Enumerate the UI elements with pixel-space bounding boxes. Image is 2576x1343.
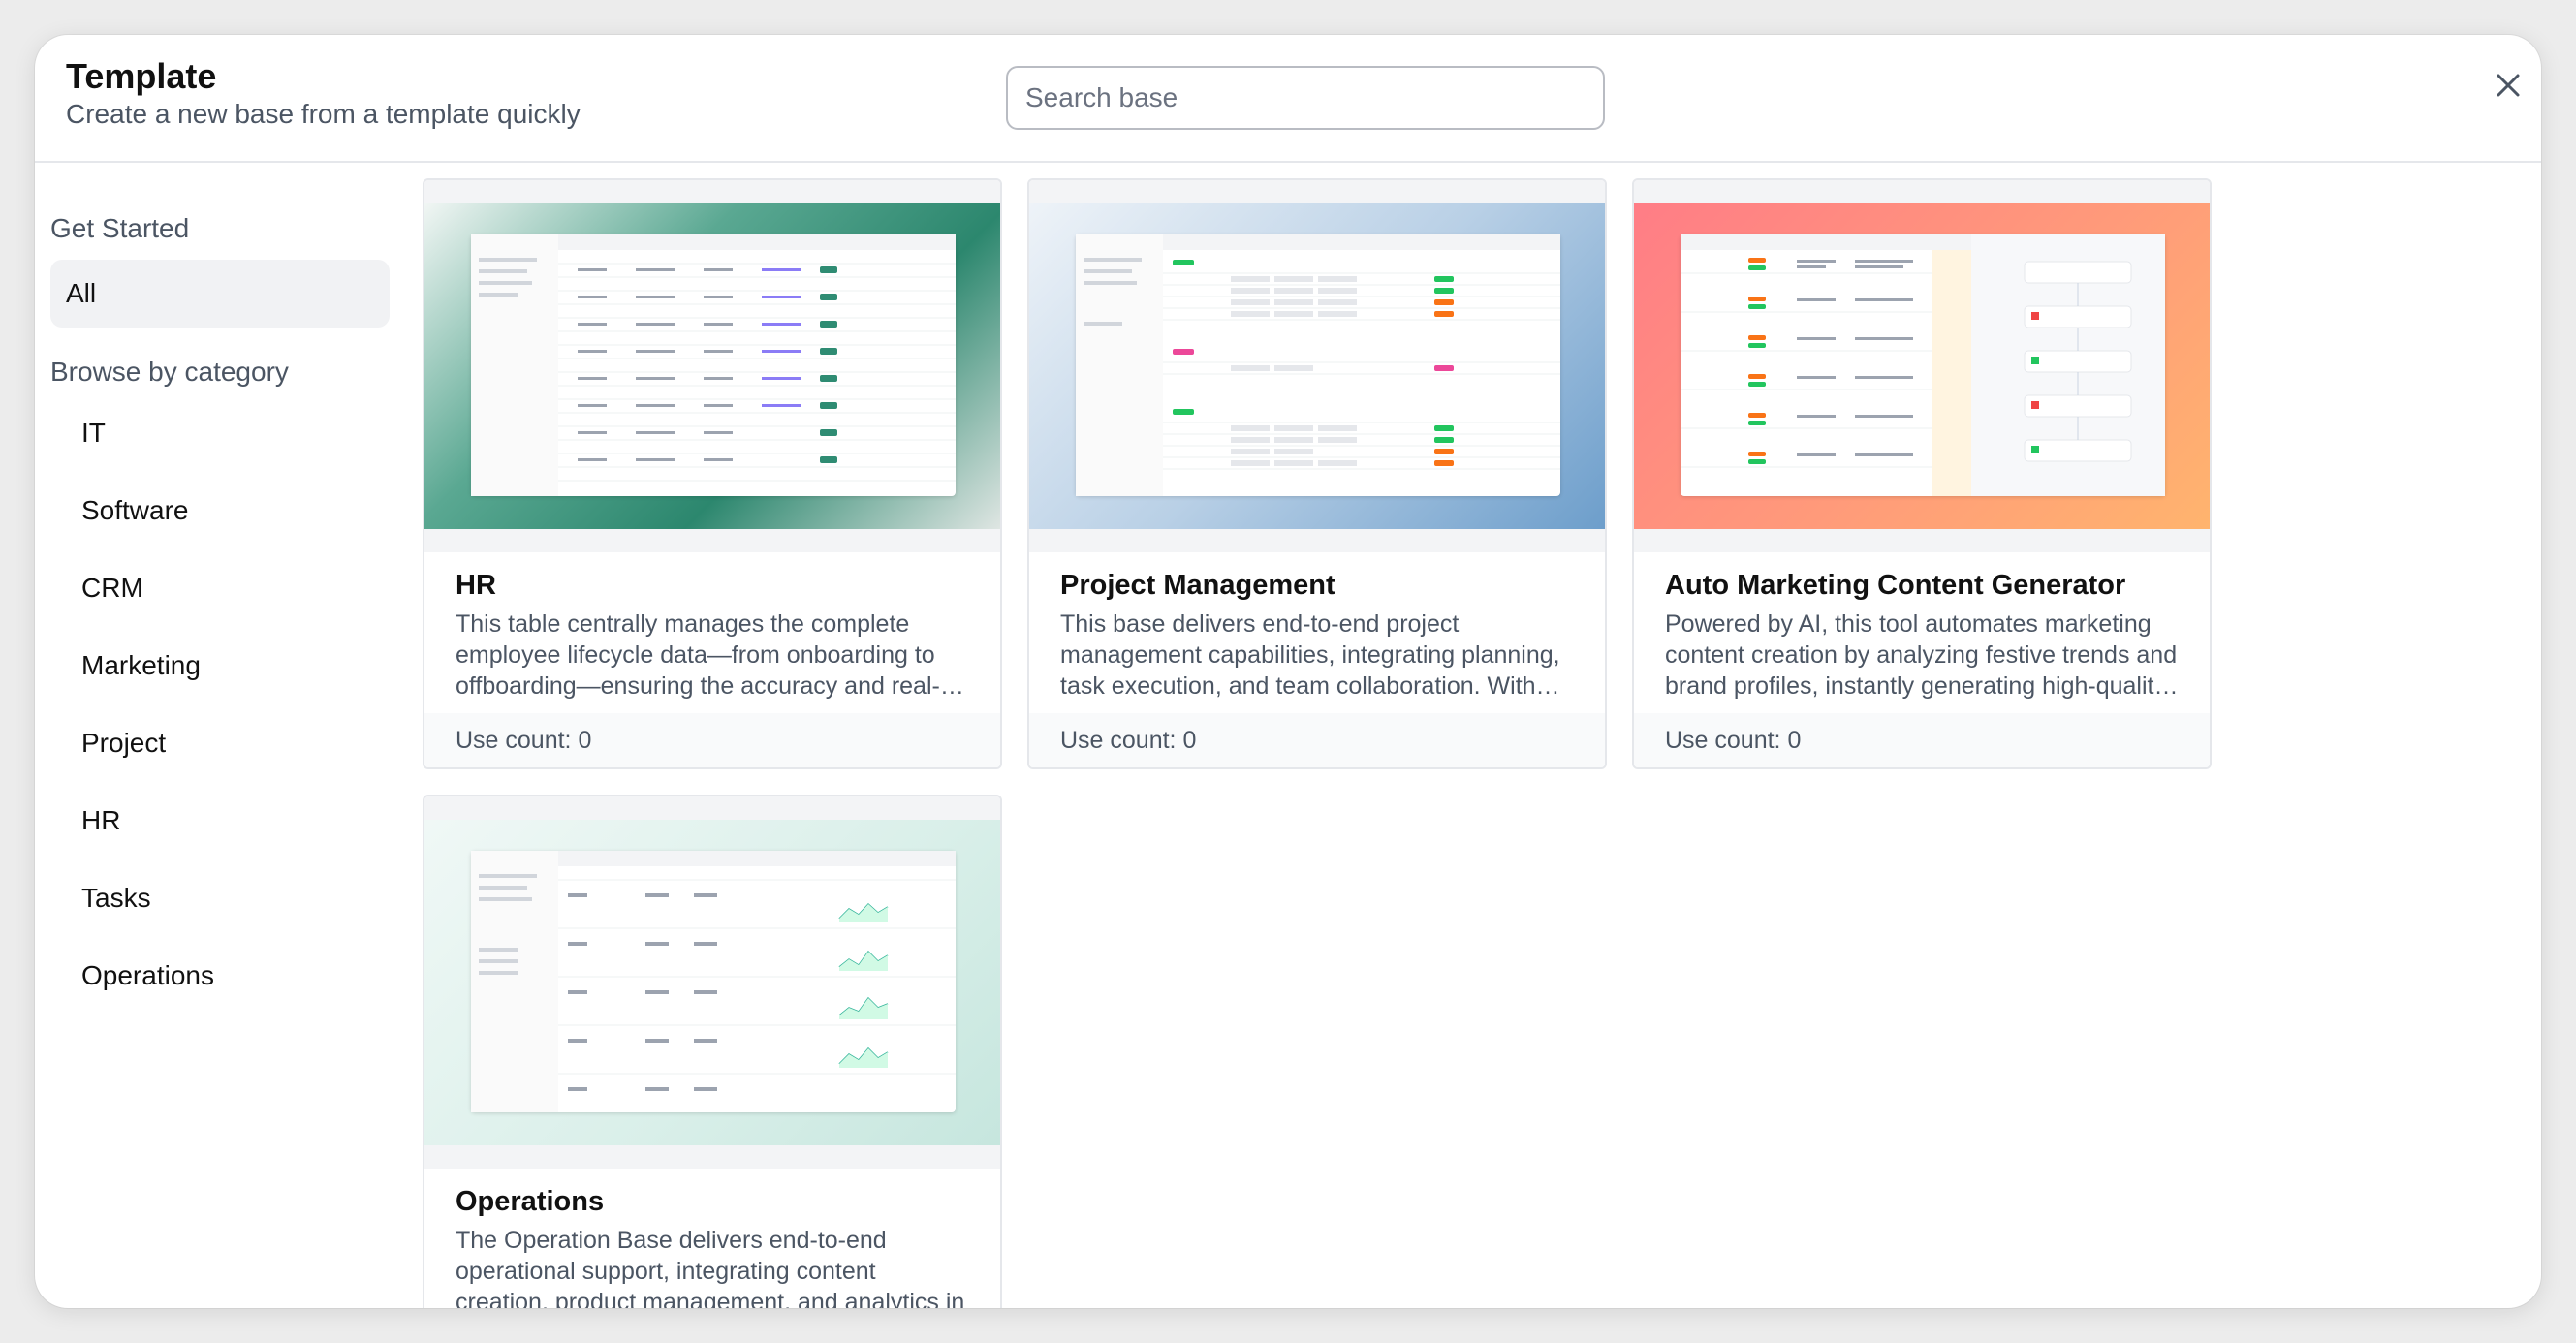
- template-card-auto-marketing[interactable]: Auto Marketing Content Generator Powered…: [1632, 178, 2212, 769]
- card-description: Powered by AI, this tool automates marke…: [1665, 610, 2178, 700]
- get-started-heading: Get Started: [50, 213, 190, 243]
- card-title: Project Management: [1060, 570, 1335, 601]
- dialog-header: Template Create a new base from a templa…: [35, 35, 2541, 163]
- card-description: This table centrally manages the complet…: [456, 610, 940, 700]
- close-icon: [2497, 74, 2520, 97]
- table-preview: [471, 234, 956, 496]
- sidebar-item-marketing[interactable]: Marketing: [50, 632, 390, 700]
- table-preview: [471, 851, 956, 1112]
- sidebar-item-operations[interactable]: Operations: [50, 942, 390, 1010]
- category-sidebar: Get Started All Browse by category IT So…: [35, 163, 403, 1308]
- card-title: Operations: [456, 1186, 605, 1217]
- sidebar-item-crm[interactable]: CRM: [50, 554, 390, 622]
- template-card-project-management[interactable]: Project Management This base delivers en…: [1027, 178, 1607, 769]
- card-use-count: Use count: 0: [1634, 713, 2210, 767]
- sidebar-item-it[interactable]: IT: [50, 399, 390, 467]
- sidebar-item-software[interactable]: Software: [50, 477, 390, 545]
- template-thumbnail: [424, 796, 1000, 1169]
- template-dialog: Template Create a new base from a templa…: [35, 35, 2541, 1308]
- dialog-title: Template: [66, 56, 217, 96]
- card-title: HR: [456, 570, 496, 601]
- template-thumbnail: [1634, 180, 2210, 552]
- template-card-operations[interactable]: Operations The Operation Base delivers e…: [423, 795, 1002, 1308]
- template-thumbnail: [424, 180, 1000, 552]
- search-input[interactable]: [1006, 66, 1605, 130]
- card-description: This base delivers end-to-end project ma…: [1060, 610, 1560, 700]
- card-use-count: Use count: 0: [1029, 713, 1605, 767]
- card-description: The Operation Base delivers end-to-end o…: [456, 1227, 965, 1308]
- card-use-count: Use count: 0: [424, 713, 1000, 767]
- sidebar-item-hr[interactable]: HR: [50, 787, 390, 855]
- browse-by-category-heading: Browse by category: [50, 357, 289, 387]
- dialog-subtitle: Create a new base from a template quickl…: [66, 99, 581, 129]
- table-preview: [1681, 234, 2165, 496]
- sidebar-item-tasks[interactable]: Tasks: [50, 864, 390, 932]
- template-card-hr[interactable]: HR This table centrally manages the comp…: [423, 178, 1002, 769]
- close-button[interactable]: [2487, 64, 2529, 107]
- table-preview: [1076, 234, 1560, 496]
- sidebar-item-all[interactable]: All: [50, 260, 390, 328]
- sidebar-item-project[interactable]: Project: [50, 709, 390, 777]
- template-thumbnail: [1029, 180, 1605, 552]
- card-title: Auto Marketing Content Generator: [1665, 570, 2126, 601]
